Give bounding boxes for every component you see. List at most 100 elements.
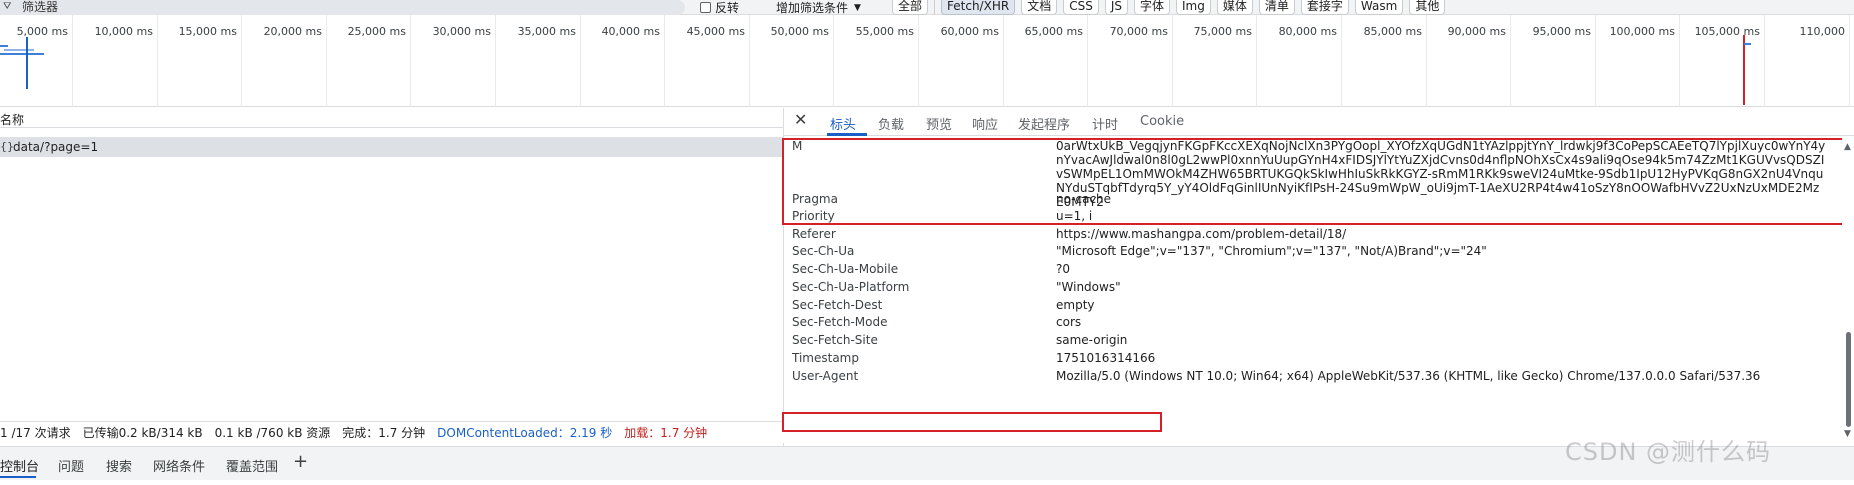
invert-label: 反转 [715, 0, 740, 15]
header-key: Sec-Ch-Ua [792, 244, 855, 258]
request-row[interactable]: {} data/?page=1 [0, 137, 784, 157]
tab-initiator[interactable]: 发起程序 [1018, 114, 1070, 133]
active-tab-indicator [827, 133, 867, 136]
timeline-gridline [1679, 15, 1680, 107]
tab-console[interactable]: 控制台 [0, 456, 39, 475]
invert-checkbox[interactable] [700, 2, 711, 13]
tab-headers[interactable]: 标头 [830, 114, 856, 133]
timeline-tick-label: 25,000 ms [347, 25, 406, 38]
chip-media[interactable]: 媒体 [1216, 0, 1253, 15]
timeline-tick-label: 95,000 ms [1532, 25, 1591, 38]
plus-icon[interactable]: + [293, 451, 308, 472]
timeline-tick-label: 100,000 ms [1609, 25, 1675, 38]
timeline-gridline [580, 15, 581, 107]
timeline-gridline [749, 15, 750, 107]
scrollbar-thumb[interactable] [1846, 332, 1851, 427]
chip-other[interactable]: 其他 [1409, 0, 1446, 15]
timeline-tick-label: 110,000 [1799, 25, 1846, 38]
timeline-tick-label: 90,000 ms [1447, 25, 1506, 38]
timeline-tick-label: 55,000 ms [855, 25, 914, 38]
invert-toggle[interactable]: 反转 [700, 0, 739, 15]
header-key: Sec-Fetch-Mode [792, 315, 888, 329]
chip-divider [934, 0, 936, 15]
timeline-gridline [410, 15, 411, 107]
header-value: "Windows" [1056, 280, 1121, 294]
active-drawer-tab-indicator [0, 476, 36, 478]
headers-scrollbar[interactable]: ▲ ▼ [1842, 137, 1854, 445]
timeline-tick-label: 35,000 ms [517, 25, 576, 38]
caret-down-icon: ▼ [854, 2, 861, 13]
tab-issues[interactable]: 问题 [58, 456, 84, 475]
waterfall-mark [1744, 43, 1751, 45]
chip-socket[interactable]: 套接字 [1300, 0, 1349, 15]
timeline-gridline [1510, 15, 1511, 107]
header-value: 1751016314166 [1056, 351, 1156, 365]
scroll-up-icon[interactable]: ▲ [1844, 142, 1851, 152]
waterfall-mark [0, 45, 8, 47]
timeline-gridline [833, 15, 834, 107]
header-key: Sec-Fetch-Site [792, 333, 878, 347]
transferred-size: 已传输0.2 kB/314 kB [82, 426, 203, 440]
xhr-icon: {} [0, 140, 14, 153]
timeline-gridline [326, 15, 327, 107]
chip-img[interactable]: Img [1176, 0, 1211, 15]
request-name: data/?page=1 [13, 140, 99, 154]
tab-payload[interactable]: 负载 [878, 114, 904, 133]
scroll-down-icon[interactable]: ▼ [1844, 429, 1851, 439]
header-key: Sec-Ch-Ua-Mobile [792, 262, 899, 276]
timeline-tick-label: 40,000 ms [601, 25, 660, 38]
timeline-tick-label: 50,000 ms [770, 25, 829, 38]
header-key: Referer [792, 227, 836, 241]
chip-all[interactable]: 全部 [892, 0, 929, 15]
timeline-gridline [918, 15, 919, 107]
tab-timing[interactable]: 计时 [1092, 114, 1118, 133]
chip-manifest[interactable]: 清单 [1258, 0, 1295, 15]
header-value: Mozilla/5.0 (Windows NT 10.0; Win64; x64… [1056, 369, 1761, 383]
more-filters-dropdown[interactable]: 增加筛选条件 ▼ [776, 0, 861, 15]
dom-content-loaded-time: DOMContentLoaded：2.19 秒 [437, 426, 613, 440]
timeline-tick-label: 70,000 ms [1109, 25, 1168, 38]
header-key: User-Agent [792, 369, 859, 383]
tab-response[interactable]: 响应 [972, 114, 998, 133]
network-overview-timeline[interactable]: 5,000 ms 10,000 ms 15,000 ms 20,000 ms 25,00… [0, 15, 1854, 107]
header-value: "Microsoft Edge";v="137", "Chromium";v="… [1056, 244, 1487, 258]
timeline-gridline [1849, 15, 1850, 107]
header-key: Sec-Ch-Ua-Platform [792, 280, 910, 294]
request-count: 1 /17 次请求 [0, 426, 71, 440]
chip-css[interactable]: CSS [1063, 0, 1099, 15]
filter-bar: ⛛ 筛选器 反转 增加筛选条件 ▼ 全部 Fetch/XHR 文档 CSS JS… [0, 0, 1854, 15]
filter-input[interactable]: ⛛ 筛选器 [0, 0, 685, 15]
highlight-box-m [782, 138, 1851, 225]
header-value: cors [1056, 315, 1082, 329]
chip-js[interactable]: JS [1104, 0, 1128, 15]
tab-search[interactable]: 搜索 [106, 456, 132, 475]
tab-coverage[interactable]: 覆盖范围 [226, 456, 278, 475]
timeline-gridline [1256, 15, 1257, 107]
waterfall-mark [1743, 35, 1745, 105]
timeline-tick-label: 65,000 ms [1024, 25, 1083, 38]
header-value: empty [1056, 298, 1095, 312]
chip-fetch-xhr[interactable]: Fetch/XHR [941, 0, 1016, 15]
timeline-tick-label: 30,000 ms [432, 25, 491, 38]
tab-network-conditions[interactable]: 网络条件 [153, 456, 205, 475]
filter-placeholder: 筛选器 [22, 0, 59, 14]
watermark: CSDN @测什么码 [1565, 438, 1772, 466]
header-value: same-origin [1056, 333, 1128, 347]
timeline-gridline [72, 15, 73, 107]
chip-wasm[interactable]: Wasm [1354, 0, 1404, 15]
close-icon[interactable]: ✕ [794, 111, 807, 129]
tab-preview[interactable]: 预览 [926, 114, 952, 133]
timeline-tick-label: 10,000 ms [94, 25, 153, 38]
timeline-gridline [664, 15, 665, 107]
chip-doc[interactable]: 文档 [1021, 0, 1058, 15]
timeline-tick-label: 105,000 ms [1694, 25, 1760, 38]
chip-font[interactable]: 字体 [1133, 0, 1170, 15]
network-summary-bar: 1 /17 次请求 已传输0.2 kB/314 kB 0.1 kB /760 k… [0, 421, 784, 443]
tab-cookie[interactable]: Cookie [1140, 114, 1184, 129]
timeline-tick-label: 5,000 ms [16, 25, 68, 38]
name-column-header[interactable]: 名称 [0, 111, 24, 128]
waterfall-mark [0, 53, 44, 55]
load-time: 加载：1.7 分钟 [624, 426, 708, 440]
header-key: Sec-Fetch-Dest [792, 298, 883, 312]
resource-size: 0.1 kB /760 kB 资源 [214, 426, 331, 440]
